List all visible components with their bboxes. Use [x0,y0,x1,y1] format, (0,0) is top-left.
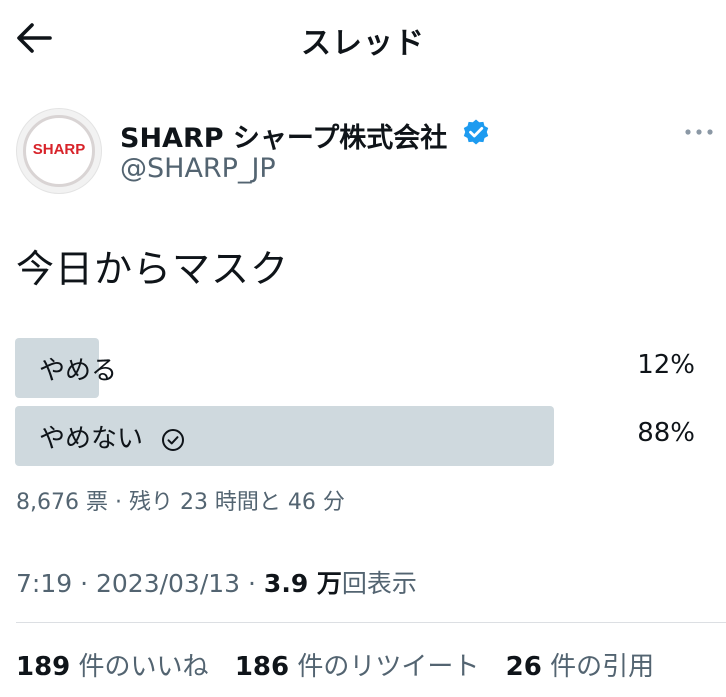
avatar[interactable]: SHARP [16,108,102,194]
check-circle-icon [162,428,185,451]
poll-option-label: やめる [39,356,118,386]
retweets-label: 件のリツイート [297,652,480,682]
poll-option: やめない 88% [15,406,695,466]
poll-option-percent: 12% [637,350,695,380]
quotes-stat[interactable]: 26 件の引用 [506,652,654,682]
page-title: スレッド [301,26,425,61]
author-name[interactable]: SHARP シャープ株式会社 [120,116,447,155]
sharp-logo: SHARP [32,141,86,158]
retweets-stat[interactable]: 186 件のリツイート [235,652,480,682]
tweet-text: 今日からマスク [16,247,290,291]
tweet-timestamp: 7:19 · 2023/03/13 · 3.9 万回表示 [16,564,417,600]
poll-option-percent: 88% [637,418,695,448]
quotes-count: 26 [505,652,542,682]
views-count: 3.9 万 [263,569,342,598]
divider [16,622,726,623]
likes-stat[interactable]: 189 件のいいね [16,652,209,682]
likes-count: 189 [16,652,71,682]
engagement-stats: 189 件のいいね 186 件のリツイート 26 件の引用 [16,646,672,683]
top-bar: スレッド [0,0,726,78]
author-handle[interactable]: @SHARP_JP [120,153,276,184]
more-options-button[interactable] [682,120,716,144]
poll-option-label: やめない [39,424,144,454]
verified-badge-icon [463,119,489,145]
more-horizontal-icon [685,129,713,135]
poll-option-label-wrap: やめない [39,418,185,455]
poll-meta: 8,676 票 · 残り 23 時間と 46 分 [16,490,345,515]
likes-label: 件のいいね [78,652,209,682]
poll-option: やめる 12% [15,338,695,398]
time-date[interactable]: 7:19 · 2023/03/13 · [16,569,264,598]
views-label: 回表示 [341,569,417,598]
retweets-count: 186 [234,652,290,682]
quotes-label: 件の引用 [550,652,655,682]
